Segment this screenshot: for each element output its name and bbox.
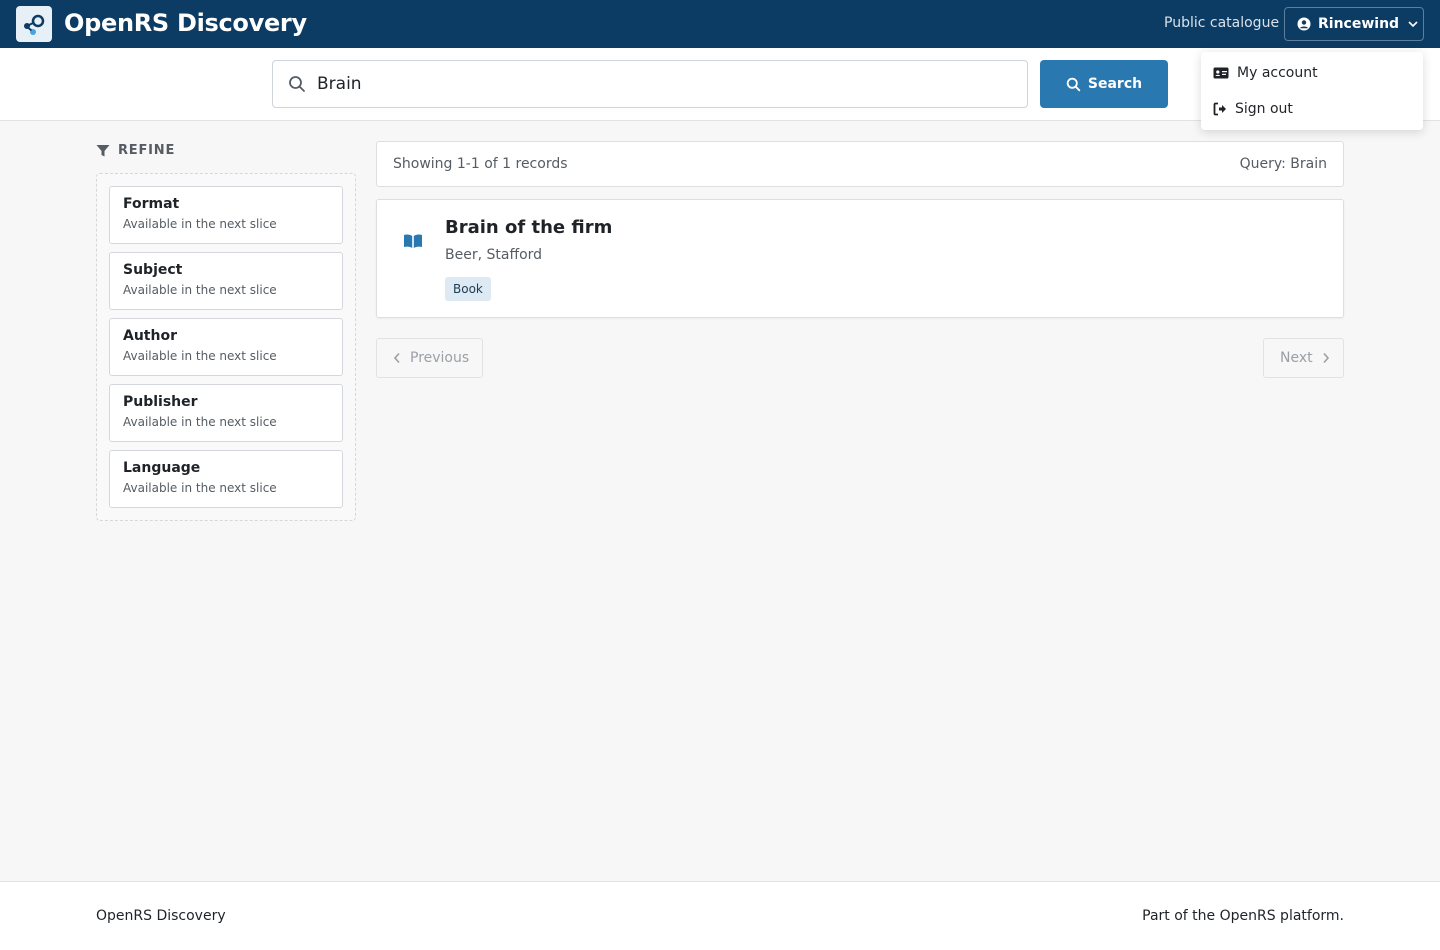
filter-icon [96, 144, 110, 156]
record-title[interactable]: Brain of the firm [445, 217, 612, 238]
public-catalogue-link[interactable]: Public catalogue [1164, 15, 1279, 31]
user-name: Rincewind [1318, 16, 1400, 32]
brand-title[interactable]: OpenRS Discovery [64, 9, 307, 37]
chevron-down-icon [1408, 21, 1418, 28]
facet-title: Subject [123, 262, 183, 278]
facet-subject[interactable]: Subject Available in the next slice [109, 252, 343, 310]
search-box [272, 60, 1028, 108]
menu-item-label: My account [1237, 65, 1318, 81]
results-summary-bar: Showing 1-1 of 1 records Query: Brain [376, 141, 1344, 187]
facet-title: Author [123, 328, 177, 344]
facet-language[interactable]: Language Available in the next slice [109, 450, 343, 508]
facet-title: Language [123, 460, 201, 476]
user-circle-icon [1297, 17, 1311, 31]
search-button-label: Search [1087, 76, 1143, 92]
user-dropdown-menu: My account Sign out [1201, 52, 1423, 130]
facet-format[interactable]: Format Available in the next slice [109, 186, 343, 244]
search-input[interactable] [317, 61, 1007, 107]
logo[interactable] [16, 6, 52, 42]
search-button[interactable]: Search [1040, 60, 1168, 108]
refine-heading: REFINE [96, 143, 175, 158]
open-book-icon [404, 234, 422, 248]
format-badge: Book [445, 277, 491, 301]
refine-heading-label: REFINE [118, 143, 176, 158]
record-author: Beer, Stafford [445, 247, 543, 263]
facet-subtitle: Available in the next slice [123, 217, 277, 231]
result-record[interactable]: Brain of the firm Beer, Stafford Book [376, 199, 1344, 318]
next-page-button[interactable]: Next [1263, 338, 1344, 378]
next-label: Next [1280, 350, 1313, 366]
search-icon [289, 76, 305, 92]
chevron-left-icon [393, 352, 400, 364]
user-menu-button[interactable]: Rincewind [1284, 7, 1424, 41]
menu-item-sign-out[interactable]: Sign out [1213, 97, 1293, 121]
menu-item-my-account[interactable]: My account [1213, 61, 1318, 85]
page-footer: OpenRS Discovery Part of the OpenRS plat… [0, 881, 1440, 950]
search-icon [1066, 77, 1081, 91]
facet-subtitle: Available in the next slice [123, 481, 277, 495]
previous-label: Previous [410, 350, 470, 366]
facet-subtitle: Available in the next slice [123, 349, 277, 363]
id-card-icon [1213, 67, 1229, 79]
facet-subtitle: Available in the next slice [123, 283, 277, 297]
footer-platform-text: Part of the OpenRS platform. [1142, 908, 1344, 924]
facet-title: Format [123, 196, 180, 212]
chevron-right-icon [1323, 352, 1329, 364]
share-nodes-icon [24, 14, 45, 35]
facet-title: Publisher [123, 394, 198, 410]
previous-page-button[interactable]: Previous [376, 338, 483, 378]
facet-author[interactable]: Author Available in the next slice [109, 318, 343, 376]
results-count: Showing 1-1 of 1 records [393, 156, 568, 172]
footer-brand: OpenRS Discovery [96, 908, 226, 924]
sign-out-icon [1213, 102, 1226, 116]
facet-panel: Format Available in the next slice Subje… [96, 173, 356, 521]
facet-publisher[interactable]: Publisher Available in the next slice [109, 384, 343, 442]
top-navbar: OpenRS Discovery Public catalogue Rincew… [0, 0, 1440, 48]
results-query: Query: Brain [1239, 156, 1327, 172]
facet-subtitle: Available in the next slice [123, 415, 277, 429]
menu-item-label: Sign out [1235, 101, 1293, 117]
